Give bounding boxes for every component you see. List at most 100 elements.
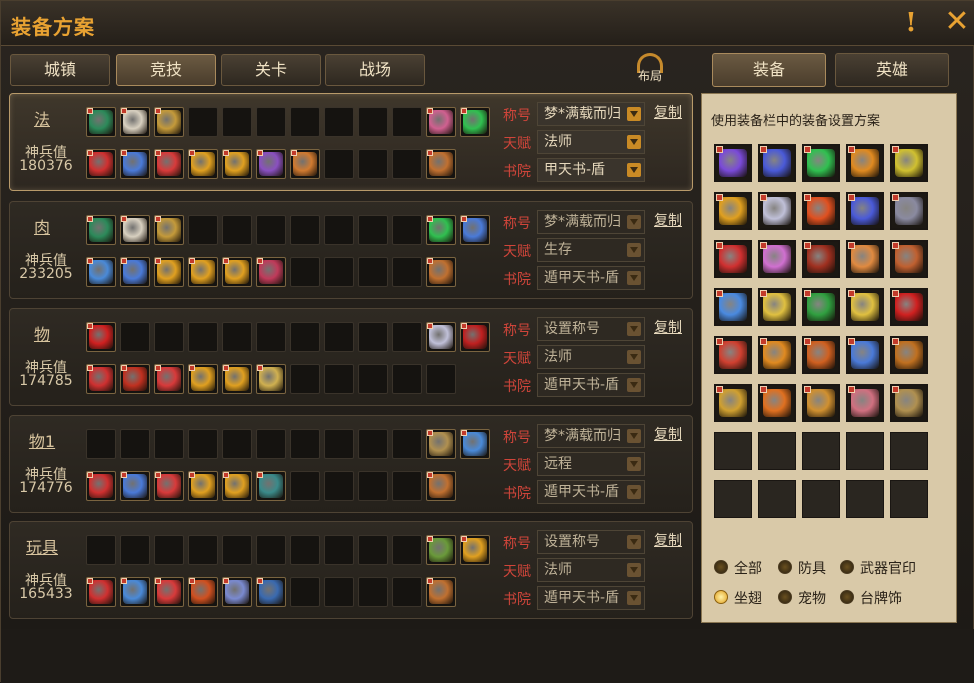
talent-dropdown[interactable]: 法师 (537, 130, 645, 154)
weapon-row-slot[interactable] (154, 364, 184, 394)
weapon-row-slot[interactable] (120, 364, 150, 394)
gear-row-slot[interactable] (86, 429, 116, 459)
inventory-slot[interactable] (846, 192, 884, 230)
inventory-slot[interactable] (758, 144, 796, 182)
layout-button[interactable]: 布局 (629, 53, 671, 87)
gear-row-slot[interactable] (358, 107, 388, 137)
tab-1[interactable]: 竞技 (116, 54, 216, 86)
weapon-row-slot[interactable] (188, 577, 218, 607)
weapon-row-slot[interactable] (426, 471, 456, 501)
inventory-slot[interactable] (714, 144, 752, 182)
gear-row-slot[interactable] (154, 322, 184, 352)
weapon-row-slot[interactable] (392, 257, 422, 287)
gear-row-slot[interactable] (426, 107, 456, 137)
inventory-slot[interactable] (846, 336, 884, 374)
weapon-row-slot[interactable] (324, 471, 354, 501)
inventory-slot[interactable] (890, 336, 928, 374)
gear-row-slot[interactable] (256, 322, 286, 352)
gear-row-slot[interactable] (460, 107, 490, 137)
copy-button[interactable]: 复制 (654, 424, 682, 444)
weapon-row-slot[interactable] (256, 257, 286, 287)
gear-row-slot[interactable] (86, 215, 116, 245)
inventory-slot[interactable] (890, 240, 928, 278)
gear-row-slot[interactable] (392, 429, 422, 459)
gear-row-slot[interactable] (392, 107, 422, 137)
scheme-name[interactable]: 玩具 (14, 534, 70, 558)
weapon-row-slot[interactable] (426, 577, 456, 607)
gear-row-slot[interactable] (120, 429, 150, 459)
gear-row-slot[interactable] (358, 322, 388, 352)
gear-row-slot[interactable] (460, 215, 490, 245)
inventory-slot[interactable] (890, 384, 928, 422)
academy-dropdown[interactable]: 遁甲天书-盾 (537, 373, 645, 397)
talent-dropdown[interactable]: 生存 (537, 238, 645, 262)
gear-row-slot[interactable] (120, 107, 150, 137)
weapon-row-slot[interactable] (120, 257, 150, 287)
weapon-row-slot[interactable] (290, 577, 320, 607)
weapon-row-slot[interactable] (222, 149, 252, 179)
scheme-panel[interactable]: 玩具 神兵值 165433 称号 设置称号 天赋 法师 书院 遁甲天书-盾 复制 (9, 521, 693, 619)
close-icon[interactable]: ✕ (943, 7, 971, 37)
weapon-row-slot[interactable] (154, 471, 184, 501)
gear-row-slot[interactable] (188, 215, 218, 245)
weapon-row-slot[interactable] (426, 149, 456, 179)
inventory-slot[interactable] (846, 144, 884, 182)
weapon-row-slot[interactable] (222, 577, 252, 607)
gear-row-slot[interactable] (120, 535, 150, 565)
inventory-slot[interactable] (758, 384, 796, 422)
inventory-slot[interactable] (714, 288, 752, 326)
gear-row-slot[interactable] (290, 322, 320, 352)
weapon-row-slot[interactable] (358, 364, 388, 394)
gear-row-slot[interactable] (324, 322, 354, 352)
weapon-row-slot[interactable] (290, 257, 320, 287)
talent-dropdown[interactable]: 法师 (537, 558, 645, 582)
tab-3[interactable]: 战场 (325, 54, 425, 86)
gear-row-slot[interactable] (460, 429, 490, 459)
inventory-slot[interactable] (802, 384, 840, 422)
gear-row-slot[interactable] (120, 322, 150, 352)
gear-row-slot[interactable] (426, 535, 456, 565)
gear-row-slot[interactable] (392, 322, 422, 352)
weapon-row-slot[interactable] (120, 149, 150, 179)
title-dropdown[interactable]: 设置称号 (537, 317, 645, 341)
inventory-slot[interactable] (802, 240, 840, 278)
inventory-slot[interactable] (802, 288, 840, 326)
weapon-row-slot[interactable] (392, 471, 422, 501)
weapon-row-slot[interactable] (86, 471, 116, 501)
inventory-slot[interactable] (714, 480, 752, 518)
weapon-row-slot[interactable] (188, 149, 218, 179)
inventory-slot[interactable] (714, 240, 752, 278)
inventory-slot[interactable] (714, 192, 752, 230)
title-dropdown[interactable]: 梦*满载而归 (537, 424, 645, 448)
inventory-slot[interactable] (846, 288, 884, 326)
gear-row-slot[interactable] (256, 535, 286, 565)
inventory-slot[interactable] (758, 192, 796, 230)
gear-row-slot[interactable] (120, 215, 150, 245)
inventory-slot[interactable] (802, 192, 840, 230)
title-dropdown[interactable]: 梦*满载而归 (537, 102, 645, 126)
copy-button[interactable]: 复制 (654, 317, 682, 337)
gear-row-slot[interactable] (426, 322, 456, 352)
inventory-slot[interactable] (890, 192, 928, 230)
weapon-row-slot[interactable] (222, 257, 252, 287)
weapon-row-slot[interactable] (392, 364, 422, 394)
gear-row-slot[interactable] (324, 429, 354, 459)
weapon-row-slot[interactable] (222, 471, 252, 501)
info-icon[interactable]: ! (904, 9, 918, 37)
inventory-slot[interactable] (846, 384, 884, 422)
gear-row-slot[interactable] (154, 535, 184, 565)
right-tab-0[interactable]: 装备 (712, 53, 826, 87)
inventory-slot[interactable] (758, 240, 796, 278)
weapon-row-slot[interactable] (426, 364, 456, 394)
copy-button[interactable]: 复制 (654, 210, 682, 230)
weapon-row-slot[interactable] (358, 577, 388, 607)
gear-row-slot[interactable] (324, 215, 354, 245)
academy-dropdown[interactable]: 甲天书-盾 (537, 158, 645, 182)
weapon-row-slot[interactable] (86, 257, 116, 287)
weapon-row-slot[interactable] (154, 257, 184, 287)
weapon-row-slot[interactable] (222, 364, 252, 394)
weapon-row-slot[interactable] (188, 471, 218, 501)
academy-dropdown[interactable]: 遁甲天书-盾 (537, 266, 645, 290)
inventory-slot[interactable] (758, 288, 796, 326)
copy-button[interactable]: 复制 (654, 530, 682, 550)
